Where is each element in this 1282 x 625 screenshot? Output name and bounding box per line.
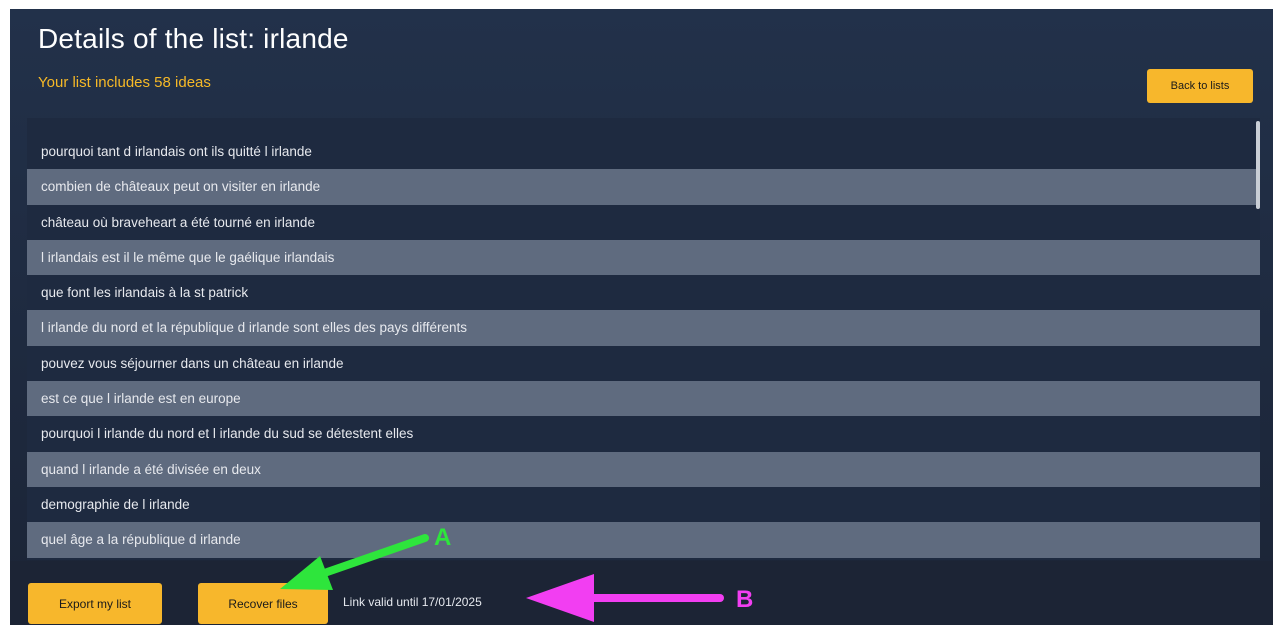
list-item: pourquoi l irlande du nord et l irlande … [27, 416, 1260, 452]
list-item: quel âge a la république d irlande [27, 522, 1260, 558]
link-validity-text: Link valid until 17/01/2025 [343, 595, 482, 609]
list-item: que font les irlandais à la st patrick [27, 275, 1260, 311]
scrollbar-thumb[interactable] [1256, 121, 1260, 209]
list-item: demographie de l irlande [27, 486, 1260, 523]
page-title: Details of the list: irlande [38, 23, 349, 54]
list-item: combien de châteaux peut on visiter en i… [27, 169, 1260, 205]
list-item: est ce que l irlande est en europe [27, 381, 1260, 417]
idea-count-text: Your list includes 58 ideas [38, 74, 211, 91]
list-item: quand l irlande a été divisée en deux [27, 451, 1260, 487]
back-to-lists-button[interactable]: Back to lists [1147, 69, 1253, 103]
list-scrollbar[interactable] [1254, 117, 1262, 561]
export-list-button[interactable]: Export my list [28, 583, 162, 624]
list-item: l irlande du nord et la république d irl… [27, 310, 1260, 346]
recover-files-button[interactable]: Recover files [198, 583, 328, 624]
list-item: pourquoi tant d irlandais ont ils quitté… [27, 134, 1260, 170]
list-item: l irlandais est il le même que le gaéliq… [27, 239, 1260, 276]
ideas-list[interactable]: pourquoi tant d irlandais ont ils quitté… [27, 118, 1260, 560]
list-item: pouvez vous séjourner dans un château en… [27, 345, 1260, 382]
list-item: château où braveheart a été tourné en ir… [27, 204, 1260, 240]
page-panel: Details of the list: irlande Your list i… [10, 9, 1273, 625]
